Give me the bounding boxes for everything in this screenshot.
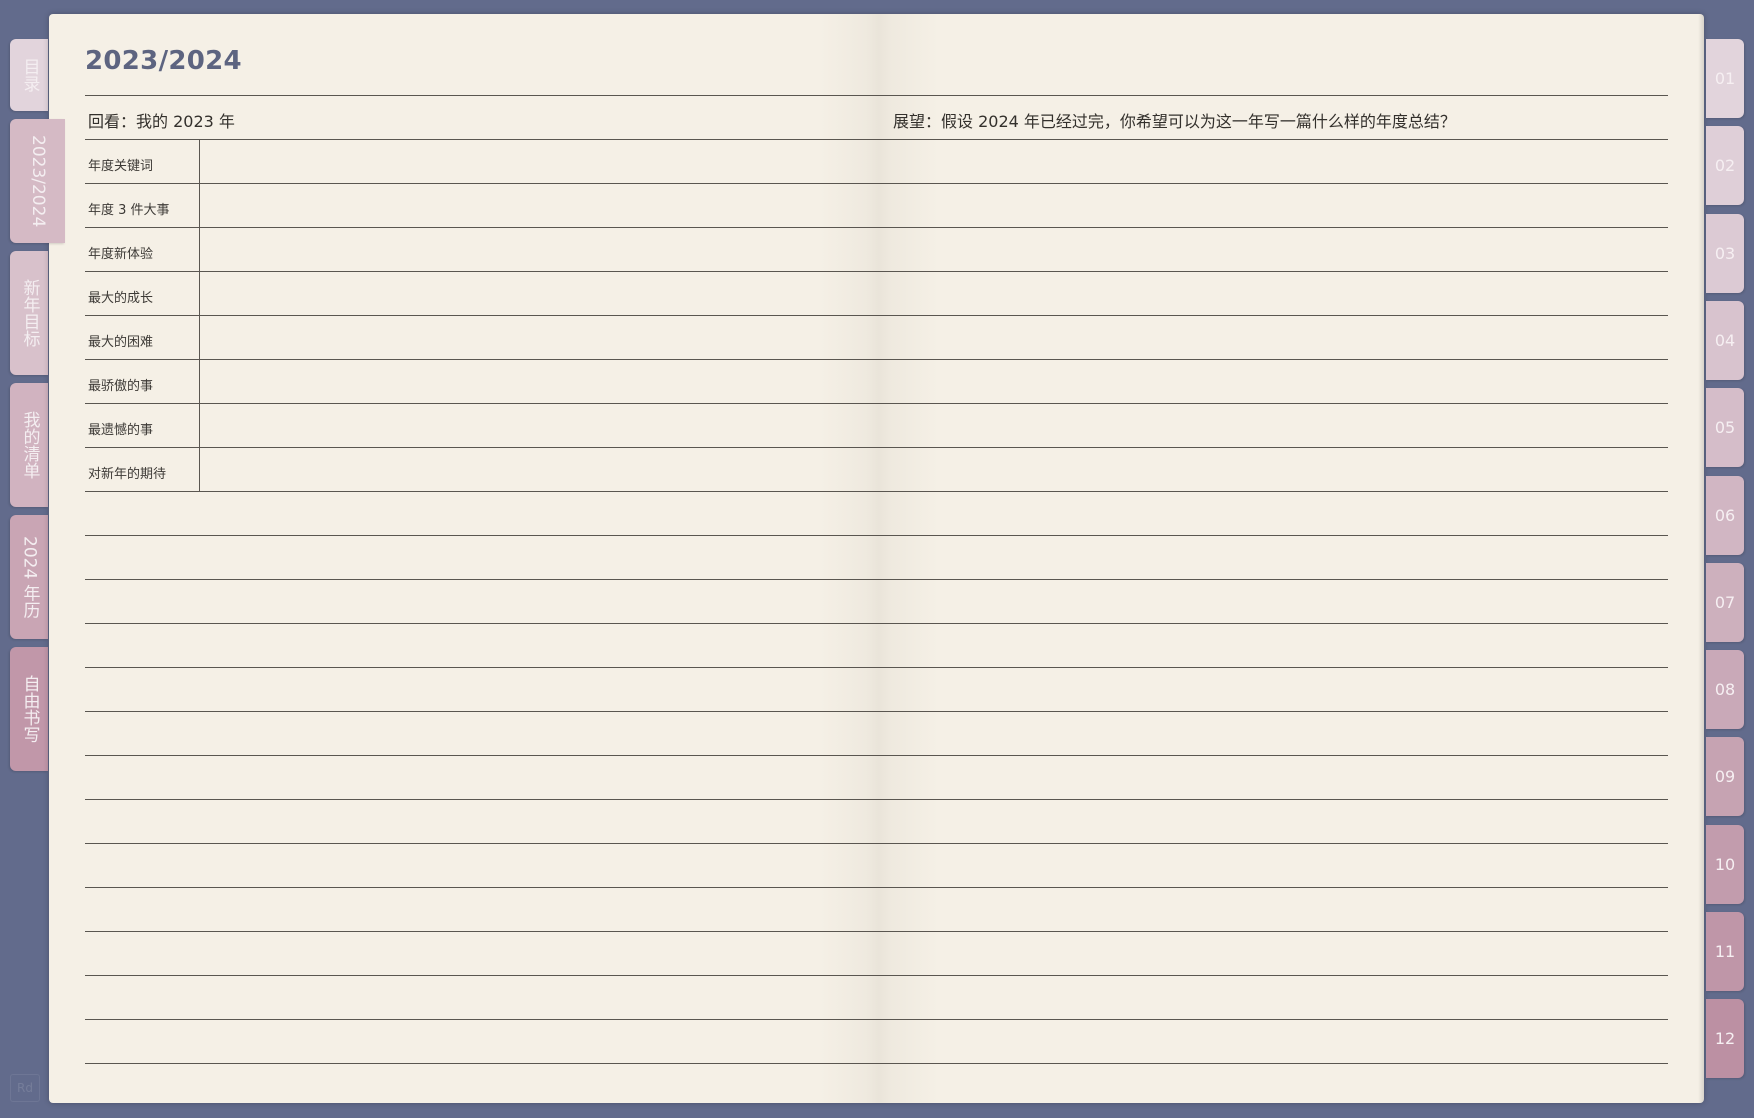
month-tab-08[interactable]: 08 [1706,650,1744,730]
app-logo: Rd [10,1074,40,1102]
month-tab-06[interactable]: 06 [1706,475,1744,555]
left-tab-4[interactable]: 2024 年历 [10,515,48,639]
writing-line[interactable] [85,580,1668,624]
review-row-input[interactable] [200,448,1668,491]
review-row-input[interactable] [200,272,1668,315]
month-tab-03[interactable]: 03 [1706,213,1744,293]
month-tab-09[interactable]: 09 [1706,737,1744,817]
review-row: 最大的成长 [85,272,1668,316]
review-table: 年度关键词 年度 3 件大事 年度新体验 最大的成长 最大的困难 最骄傲的事 最遗憾的事 对新… [85,140,1668,492]
writing-line[interactable] [85,668,1668,712]
review-row-input[interactable] [200,316,1668,359]
left-tab-1[interactable]: 2023/2024 [10,119,65,243]
left-tab-5[interactable]: 自由书写 [10,647,48,771]
writing-line[interactable] [85,492,1668,536]
month-tab-11[interactable]: 11 [1706,912,1744,991]
review-row: 对新年的期待 [85,448,1668,492]
left-tab-label: 2024 年历 [19,535,40,619]
review-row: 最大的困难 [85,316,1668,360]
left-tab-label: 2023/2024 [28,134,48,228]
notebook-page: 2023/2024 回看：我的 2023 年 展望：假设 2024 年已经过完，… [49,14,1704,1103]
review-row-label: 对新年的期待 [85,448,200,491]
review-row-input[interactable] [200,360,1668,403]
review-row: 最骄傲的事 [85,360,1668,404]
writing-line[interactable] [85,756,1668,800]
left-tab-label: 新年目标 [19,279,40,347]
review-row-label: 最骄傲的事 [85,360,200,403]
page-content: 回看：我的 2023 年 展望：假设 2024 年已经过完，你希望可以为这一年写… [85,95,1668,1064]
writing-line[interactable] [85,888,1668,932]
writing-line[interactable] [85,536,1668,580]
review-row-label: 年度关键词 [85,140,200,183]
review-row-label: 年度新体验 [85,228,200,271]
review-row-input[interactable] [200,140,1668,183]
prompt-row: 回看：我的 2023 年 展望：假设 2024 年已经过完，你希望可以为这一年写… [85,95,1668,140]
month-tab-12[interactable]: 12 [1706,999,1744,1079]
review-row: 年度关键词 [85,140,1668,184]
writing-line[interactable] [85,1020,1668,1064]
review-row-label: 最大的成长 [85,272,200,315]
review-row: 年度 3 件大事 [85,184,1668,228]
writing-area[interactable] [85,492,1668,1064]
writing-line[interactable] [85,712,1668,756]
writing-line[interactable] [85,932,1668,976]
month-tab-10[interactable]: 10 [1706,824,1744,904]
page-title: 2023/2024 [85,46,242,76]
outlook-prompt: 展望：假设 2024 年已经过完，你希望可以为这一年写一篇什么样的年度总结？ [893,112,1456,131]
review-row: 年度新体验 [85,228,1668,272]
writing-line[interactable] [85,624,1668,668]
left-tab-3[interactable]: 我的清单 [10,383,48,507]
month-tab-02[interactable]: 02 [1706,126,1744,206]
writing-line[interactable] [85,800,1668,844]
review-row-label: 年度 3 件大事 [85,184,200,227]
left-tab-label: 目录 [19,58,40,92]
review-row-input[interactable] [200,404,1668,447]
page-edge [1698,14,1704,1103]
review-row-label: 最大的困难 [85,316,200,359]
month-tab-07[interactable]: 07 [1706,562,1744,642]
left-tab-0[interactable]: 目录 [10,39,48,111]
review-row-label: 最遗憾的事 [85,404,200,447]
review-prompt: 回看：我的 2023 年 [88,112,235,131]
writing-line[interactable] [85,844,1668,888]
review-row-input[interactable] [200,184,1668,227]
writing-line[interactable] [85,976,1668,1020]
month-tab-01[interactable]: 01 [1706,39,1744,118]
left-tab-label: 我的清单 [19,411,40,479]
review-row: 最遗憾的事 [85,404,1668,448]
left-tab-label: 自由书写 [19,675,40,743]
month-tab-04[interactable]: 04 [1706,300,1744,380]
left-tab-2[interactable]: 新年目标 [10,251,48,375]
review-row-input[interactable] [200,228,1668,271]
month-tab-05[interactable]: 05 [1706,388,1744,468]
